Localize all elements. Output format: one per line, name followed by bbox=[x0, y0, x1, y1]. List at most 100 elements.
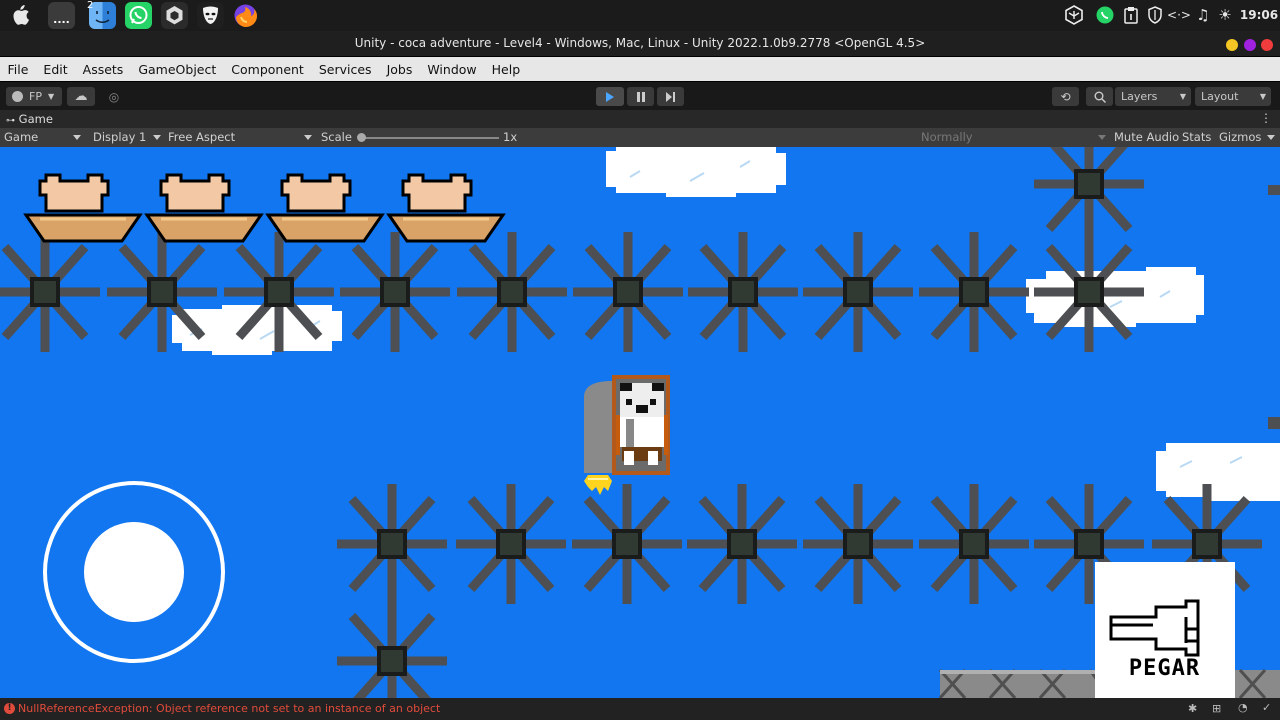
game-tab-title: Game bbox=[18, 112, 53, 126]
virtual-joystick[interactable] bbox=[43, 481, 225, 663]
stats-toggle[interactable]: Stats bbox=[1182, 128, 1211, 147]
menu-file[interactable]: File bbox=[0, 62, 36, 77]
minimize-button[interactable] bbox=[1226, 39, 1238, 51]
layers-dropdown[interactable]: Layers ▼ bbox=[1115, 87, 1191, 106]
game-viewport[interactable]: PEGAR bbox=[0, 147, 1280, 698]
menu-window[interactable]: Window bbox=[420, 62, 484, 77]
mask-app-icon[interactable] bbox=[197, 2, 224, 29]
game-tab[interactable]: ⊶ Game bbox=[6, 112, 53, 126]
terminal-app-icon[interactable]: .... bbox=[48, 2, 75, 29]
finder-app-icon[interactable]: 2 bbox=[87, 0, 116, 29]
chevron-down-icon: ▼ bbox=[1259, 92, 1266, 101]
play-focus-select[interactable]: Normally bbox=[921, 128, 973, 147]
toolbar: FP ▼ ☁ ◎ ⟲ Layers ▼ Layout ▼ bbox=[0, 82, 1280, 110]
search-button[interactable] bbox=[1086, 87, 1113, 106]
network-icon[interactable]: ⊞ bbox=[1212, 702, 1221, 715]
account-icon bbox=[12, 91, 23, 102]
progress-icon[interactable]: ◔ bbox=[1238, 701, 1248, 714]
menu-help[interactable]: Help bbox=[484, 62, 528, 77]
scale-value: 1x bbox=[503, 130, 518, 144]
gamepad-icon: ⊶ bbox=[6, 116, 15, 126]
chevron-down-icon bbox=[1267, 135, 1275, 140]
cloud bbox=[606, 147, 786, 197]
chevron-down-icon bbox=[1098, 135, 1106, 140]
joystick-knob[interactable] bbox=[84, 522, 184, 622]
pegar-button-label[interactable]: PEGAR bbox=[1095, 656, 1234, 681]
menu-gameobject[interactable]: GameObject bbox=[131, 62, 224, 77]
step-button[interactable] bbox=[657, 87, 684, 106]
aspect-select[interactable]: Free Aspect bbox=[168, 128, 235, 147]
history-button[interactable]: ⟲ bbox=[1052, 87, 1079, 106]
error-icon: ! bbox=[4, 703, 15, 714]
scale-label: Scale bbox=[321, 130, 352, 144]
unity-hub-app-icon[interactable] bbox=[161, 2, 188, 29]
life-icon bbox=[23, 173, 143, 243]
game-tab-header: ⊶ Game ⋮ bbox=[0, 110, 1280, 128]
life-icon bbox=[265, 173, 385, 243]
scale-slider-handle[interactable] bbox=[357, 133, 366, 142]
firefox-app-icon[interactable] bbox=[232, 2, 259, 29]
life-icon bbox=[386, 173, 506, 243]
apple-icon[interactable] bbox=[11, 5, 29, 25]
view-select[interactable]: Game bbox=[4, 128, 38, 147]
terminal-label: .... bbox=[53, 13, 70, 26]
game-scene bbox=[0, 147, 1280, 698]
collab-icon: ◎ bbox=[108, 89, 120, 104]
menu-component[interactable]: Component bbox=[224, 62, 312, 77]
shield-icon[interactable] bbox=[1145, 4, 1165, 26]
game-view-toolbar: Game Display 1 Free Aspect Scale 1x Norm… bbox=[0, 128, 1280, 147]
chevron-down-icon bbox=[304, 135, 312, 140]
console-message[interactable]: NullReferenceException: Object reference… bbox=[18, 702, 440, 715]
collab-button[interactable]: ◎ bbox=[101, 87, 127, 106]
life-icon bbox=[144, 173, 264, 243]
whatsapp-icon[interactable] bbox=[1094, 4, 1116, 26]
account-label: FP bbox=[29, 90, 42, 103]
chevron-down-icon: ▼ bbox=[1179, 92, 1186, 101]
layout-label: Layout bbox=[1201, 90, 1239, 103]
mute-audio-toggle[interactable]: Mute Audio bbox=[1114, 128, 1179, 147]
chevron-down-icon bbox=[153, 135, 161, 140]
display-select[interactable]: Display 1 bbox=[93, 128, 146, 147]
offscreen-mine-edge bbox=[1268, 185, 1280, 195]
step-icon bbox=[665, 91, 675, 102]
whatsapp-app-icon[interactable] bbox=[125, 2, 152, 29]
console-bar[interactable]: ! NullReferenceException: Object referen… bbox=[0, 698, 1280, 720]
chevron-down-icon bbox=[73, 135, 81, 140]
menu-assets[interactable]: Assets bbox=[75, 62, 131, 77]
scale-slider[interactable] bbox=[357, 133, 499, 142]
menu-services[interactable]: Services bbox=[311, 62, 379, 77]
menu-jobs[interactable]: Jobs bbox=[379, 62, 420, 77]
player-character bbox=[584, 375, 670, 495]
history-icon: ⟲ bbox=[1060, 89, 1071, 104]
clock[interactable]: 19:06 bbox=[1240, 4, 1278, 26]
close-button[interactable] bbox=[1261, 39, 1273, 51]
brightness-icon[interactable]: ☀ bbox=[1216, 4, 1234, 26]
cloud-icon: ☁ bbox=[74, 89, 88, 104]
account-dropdown[interactable]: FP ▼ bbox=[6, 87, 62, 106]
menu-edit[interactable]: Edit bbox=[36, 62, 75, 77]
search-icon bbox=[1094, 91, 1106, 103]
pause-button[interactable] bbox=[627, 87, 654, 106]
cloud bbox=[1156, 443, 1280, 501]
layout-dropdown[interactable]: Layout ▼ bbox=[1195, 87, 1271, 106]
chevron-down-icon: ▼ bbox=[47, 92, 55, 101]
more-options-icon[interactable]: ⋮ bbox=[1260, 111, 1272, 125]
code-icon[interactable]: <·> bbox=[1167, 4, 1191, 26]
cloud-button[interactable]: ☁ bbox=[67, 87, 95, 106]
bug-icon[interactable]: ✱ bbox=[1188, 702, 1197, 715]
menu-bar: File Edit Assets GameObject Component Se… bbox=[0, 57, 1280, 81]
window-title: Unity - coca adventure - Level4 - Window… bbox=[0, 31, 1280, 56]
play-icon bbox=[606, 91, 614, 102]
maximize-button[interactable] bbox=[1244, 39, 1256, 51]
unity-icon[interactable] bbox=[1063, 4, 1085, 26]
check-icon[interactable]: ✓ bbox=[1262, 701, 1271, 714]
top-dock: .... 2 <·> ♫ ☀ 19:06 bbox=[0, 0, 1280, 31]
lives-indicator bbox=[23, 173, 506, 243]
layers-label: Layers bbox=[1121, 90, 1158, 103]
finder-badge: 2 bbox=[87, 0, 94, 11]
play-button[interactable] bbox=[596, 87, 624, 106]
pause-icon bbox=[636, 91, 645, 102]
clipboard-icon[interactable] bbox=[1121, 4, 1141, 26]
gizmos-toggle[interactable]: Gizmos bbox=[1219, 128, 1261, 147]
music-icon[interactable]: ♫ bbox=[1194, 4, 1212, 26]
